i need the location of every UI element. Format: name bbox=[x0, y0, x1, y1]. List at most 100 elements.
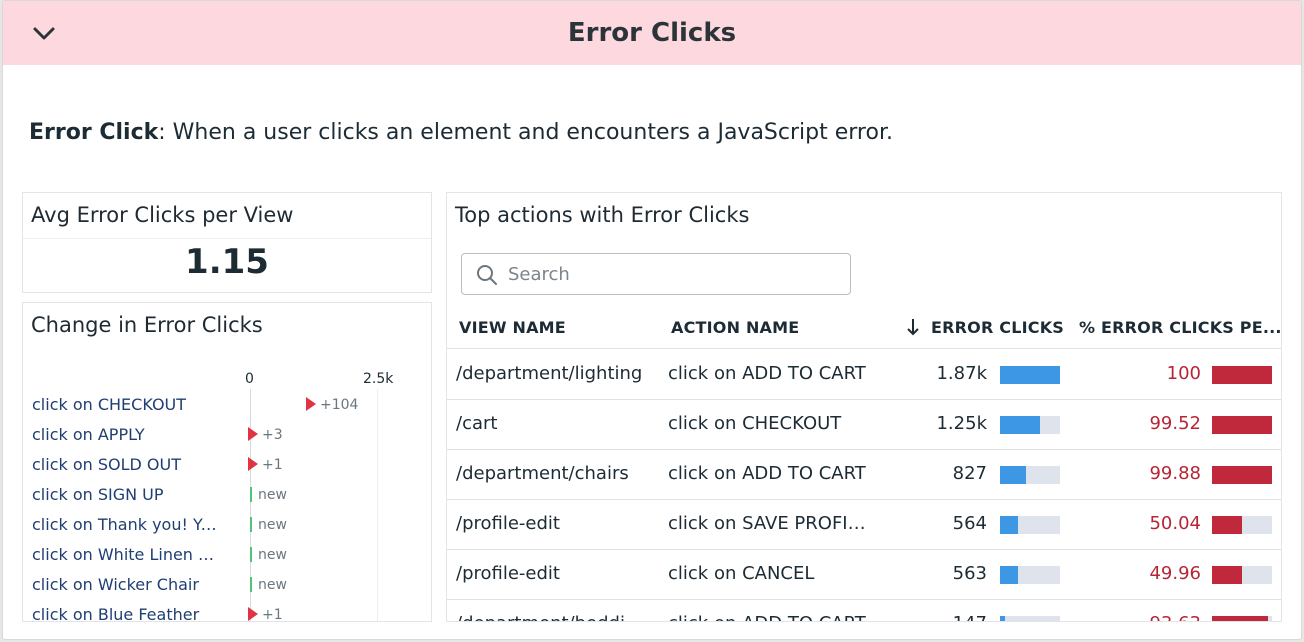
new-marker bbox=[250, 577, 252, 592]
change-row[interactable]: click on CHECKOUT +104 bbox=[23, 389, 431, 419]
view-name-cell: /department/chairs bbox=[456, 463, 629, 484]
error-clicks-bar-fill bbox=[1000, 416, 1041, 434]
error-clicks-bar bbox=[1000, 466, 1060, 484]
view-name-cell: /cart bbox=[456, 413, 498, 434]
error-clicks-bar-fill bbox=[1000, 466, 1027, 484]
pct-error-clicks-bar bbox=[1212, 416, 1272, 434]
increase-marker bbox=[306, 397, 316, 411]
table-row[interactable]: /department/chairs click on ADD TO CART 82… bbox=[447, 450, 1281, 500]
action-name-cell: click on ADD TO CART bbox=[668, 463, 866, 484]
change-delta: new bbox=[258, 547, 287, 563]
action-name-cell: click on CANCEL bbox=[668, 563, 815, 584]
new-marker bbox=[250, 487, 252, 502]
change-row-label[interactable]: click on Blue Feather bbox=[32, 605, 222, 621]
change-delta: +3 bbox=[262, 427, 283, 443]
pct-error-clicks-bar-fill bbox=[1212, 366, 1272, 384]
avg-error-clicks-card: Avg Error Clicks per View 1.15 bbox=[22, 192, 432, 293]
change-row-label[interactable]: click on CHECKOUT bbox=[32, 395, 222, 414]
top-actions-card: Top actions with Error Clicks VIEW NAME … bbox=[446, 192, 1282, 622]
pct-error-clicks-bar-fill bbox=[1212, 616, 1269, 621]
change-row[interactable]: click on SOLD OUT +1 bbox=[23, 449, 431, 479]
error-clicks-cell: 827 bbox=[952, 463, 987, 484]
error-clicks-cell: 564 bbox=[952, 513, 987, 534]
increase-marker bbox=[248, 457, 258, 471]
action-name-cell: click on CHECKOUT bbox=[668, 413, 842, 434]
view-name-cell: /department/lighting bbox=[456, 363, 643, 384]
error-clicks-bar bbox=[1000, 566, 1060, 584]
arrow-down-icon[interactable] bbox=[905, 317, 921, 337]
pct-error-clicks-bar-fill bbox=[1212, 566, 1242, 584]
view-name-cell: /profile-edit bbox=[456, 513, 560, 534]
error-clicks-bar-fill bbox=[1000, 366, 1060, 384]
view-name-cell: /department/bedding bbox=[456, 613, 646, 621]
pct-error-clicks-cell: 93.63 bbox=[1087, 613, 1201, 621]
section-title: Error Clicks bbox=[567, 18, 737, 48]
table-header: VIEW NAME ACTION NAME ERROR CLICKS % ERR… bbox=[447, 307, 1281, 349]
action-name-cell: click on ADD TO CART bbox=[668, 613, 866, 621]
column-error-clicks[interactable]: ERROR CLICKS bbox=[931, 318, 1064, 337]
error-clicks-bar bbox=[1000, 516, 1060, 534]
change-row[interactable]: click on APPLY +3 bbox=[23, 419, 431, 449]
pct-error-clicks-bar bbox=[1212, 516, 1272, 534]
change-row[interactable]: click on SIGN UP new bbox=[23, 479, 431, 509]
column-view-name[interactable]: VIEW NAME bbox=[459, 318, 566, 337]
pct-error-clicks-bar-fill bbox=[1212, 466, 1272, 484]
error-clicks-bar-fill bbox=[1000, 616, 1005, 621]
error-clicks-panel: Error Clicks Error Click: When a user cl… bbox=[2, 0, 1302, 640]
error-clicks-cell: 147 bbox=[887, 613, 987, 621]
column-action-name[interactable]: ACTION NAME bbox=[671, 318, 799, 337]
search-box[interactable] bbox=[461, 253, 851, 295]
card-title: Change in Error Clicks bbox=[31, 313, 263, 337]
error-clicks-cell: 1.25k bbox=[936, 413, 987, 434]
table-row[interactable]: /department/bedding click on ADD TO CART 1… bbox=[447, 600, 1281, 621]
action-name-cell: click on ADD TO CART bbox=[668, 363, 866, 384]
change-row-label[interactable]: click on Thank you! Your order has been … bbox=[32, 515, 222, 534]
definition-text: : When a user clicks an element and enco… bbox=[158, 120, 893, 145]
change-row[interactable]: click on Wicker Chair new bbox=[23, 569, 431, 599]
increase-marker bbox=[248, 427, 258, 441]
change-row-label[interactable]: click on Wicker Chair bbox=[32, 575, 222, 594]
view-name-cell: /profile-edit bbox=[456, 563, 560, 584]
change-delta: +1 bbox=[262, 457, 283, 473]
change-row-label[interactable]: click on SOLD OUT bbox=[32, 455, 222, 474]
axis-min-label: 0 bbox=[245, 371, 254, 387]
error-clicks-bar bbox=[1000, 416, 1060, 434]
error-clicks-bar bbox=[1000, 616, 1060, 621]
pct-error-clicks-bar bbox=[1212, 616, 1272, 621]
error-clicks-cell: 563 bbox=[952, 563, 987, 584]
change-delta: new bbox=[258, 487, 287, 503]
error-clicks-bar-fill bbox=[1000, 566, 1018, 584]
change-row-label[interactable]: click on APPLY bbox=[32, 425, 222, 444]
search-input[interactable] bbox=[508, 260, 838, 288]
axis-max-label: 2.5k bbox=[363, 371, 394, 387]
change-row[interactable]: click on Thank you! Your order has been … bbox=[23, 509, 431, 539]
pct-error-clicks-bar-fill bbox=[1212, 416, 1272, 434]
new-marker bbox=[250, 517, 252, 532]
table-row[interactable]: /department/lighting click on ADD TO CART… bbox=[447, 350, 1281, 400]
change-row[interactable]: click on White Linen Duvet new bbox=[23, 539, 431, 569]
change-delta: +1 bbox=[262, 607, 283, 622]
change-delta: new bbox=[258, 577, 287, 593]
table-row[interactable]: /cart click on CHECKOUT 1.25k 99.52 bbox=[447, 400, 1281, 450]
card-title: Avg Error Clicks per View bbox=[23, 193, 431, 239]
card-title: Top actions with Error Clicks bbox=[455, 203, 750, 227]
change-row-label[interactable]: click on SIGN UP bbox=[32, 485, 222, 504]
pct-error-clicks-cell: 99.52 bbox=[1149, 413, 1201, 434]
section-header: Error Clicks bbox=[3, 1, 1301, 65]
table-row[interactable]: /profile-edit click on SAVE PROFILE 564 50.… bbox=[447, 500, 1281, 550]
pct-error-clicks-cell: 49.96 bbox=[1149, 563, 1201, 584]
pct-error-clicks-bar bbox=[1212, 466, 1272, 484]
new-marker bbox=[250, 547, 252, 562]
column-pct-error-clicks[interactable]: % ERROR CLICKS PE... bbox=[1079, 318, 1281, 337]
change-in-error-clicks-card: Change in Error Clicks 0 2.5k click on C… bbox=[22, 302, 432, 622]
error-click-definition: Error Click: When a user clicks an eleme… bbox=[29, 120, 893, 145]
pct-error-clicks-cell: 100 bbox=[1166, 363, 1201, 384]
change-delta: new bbox=[258, 517, 287, 533]
pct-error-clicks-bar bbox=[1212, 366, 1272, 384]
table-row[interactable]: /profile-edit click on CANCEL 563 49.96 bbox=[447, 550, 1281, 600]
change-row-label[interactable]: click on White Linen Duvet bbox=[32, 545, 222, 564]
search-icon bbox=[477, 265, 497, 285]
pct-error-clicks-bar bbox=[1212, 566, 1272, 584]
change-row[interactable]: click on Blue Feather +1 bbox=[23, 599, 431, 622]
definition-term: Error Click bbox=[29, 120, 159, 145]
